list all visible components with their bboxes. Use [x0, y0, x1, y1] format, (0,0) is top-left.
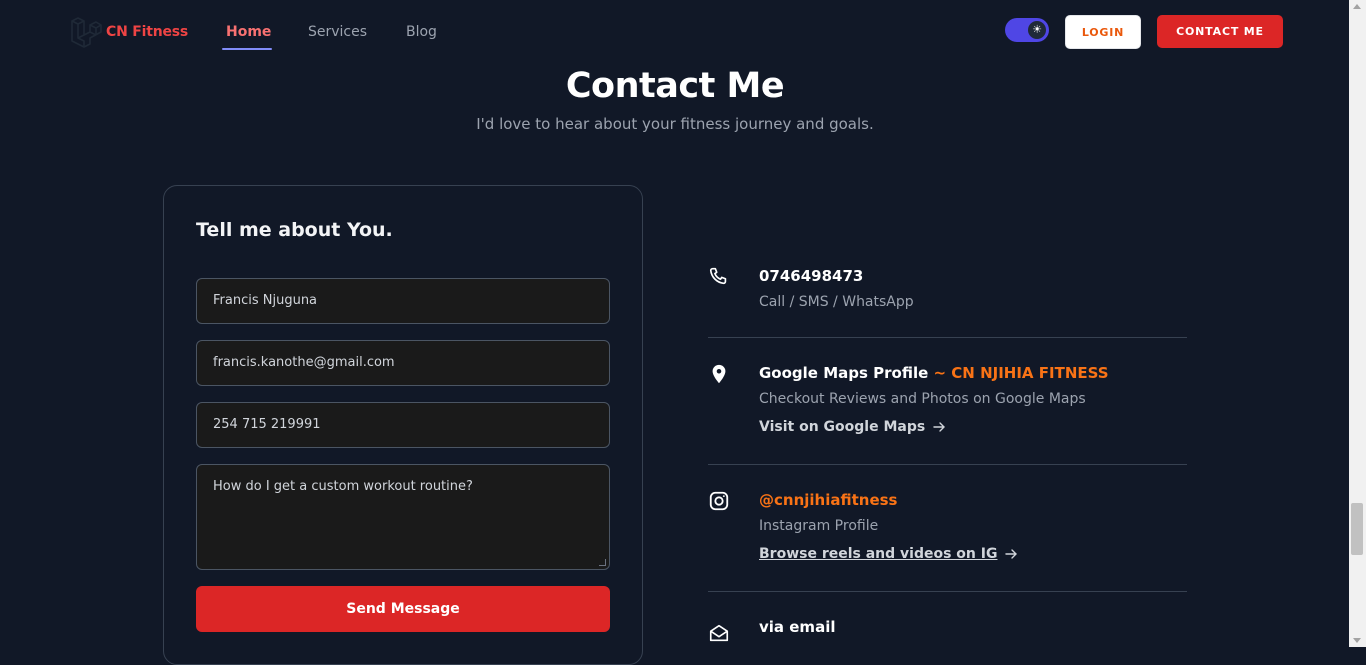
visit-google-maps-link[interactable]: Visit on Google Maps	[759, 419, 946, 435]
phone-icon	[709, 267, 727, 285]
visit-google-maps-label: Visit on Google Maps	[759, 419, 926, 435]
nav-services[interactable]: Services	[308, 24, 367, 40]
divider	[708, 337, 1187, 338]
maps-title: Google Maps Profile ~ CN NJIHIA FITNESS	[759, 364, 1109, 382]
map-pin-icon	[712, 364, 726, 384]
instagram-handle[interactable]: @cnnjihiafitness	[759, 491, 897, 509]
browse-ig-label: Browse reels and videos on IG	[759, 546, 998, 562]
phone-field[interactable]: 254 715 219991	[196, 402, 610, 448]
phone-methods: Call / SMS / WhatsApp	[759, 294, 914, 310]
message-text: How do I get a custom workout routine?	[213, 479, 473, 494]
form-title: Tell me about You.	[196, 219, 393, 241]
email-contact-title[interactable]: via email	[759, 618, 835, 636]
nav-active-indicator	[222, 48, 272, 50]
arrow-right-icon	[933, 422, 946, 432]
page-subtitle: I'd love to hear about your fitness jour…	[476, 115, 874, 133]
scroll-up-arrow-icon[interactable]	[1353, 4, 1361, 9]
theme-toggle[interactable]: ☀	[1005, 18, 1049, 42]
page-scrollbar[interactable]	[1349, 0, 1366, 647]
instagram-icon	[709, 491, 729, 511]
message-textarea[interactable]: How do I get a custom workout routine?	[196, 464, 610, 570]
mail-icon	[709, 624, 729, 642]
maps-title-text: Google Maps Profile	[759, 364, 929, 382]
nav-home[interactable]: Home	[226, 24, 271, 40]
instagram-description: Instagram Profile	[759, 518, 879, 534]
send-message-button[interactable]: Send Message	[196, 586, 610, 632]
sun-icon: ☀	[1028, 21, 1046, 39]
scroll-thumb[interactable]	[1351, 503, 1363, 555]
nav-blog[interactable]: Blog	[406, 24, 437, 40]
divider	[708, 591, 1187, 592]
brand-logo[interactable]: CN Fitness	[70, 16, 188, 48]
maps-business-name: ~ CN NJIHIA FITNESS	[933, 364, 1109, 382]
page-title: Contact Me	[565, 66, 785, 106]
divider	[708, 464, 1187, 465]
brand-name: CN Fitness	[106, 24, 189, 40]
email-field[interactable]: francis.kanothe@gmail.com	[196, 340, 610, 386]
maps-description: Checkout Reviews and Photos on Google Ma…	[759, 391, 1086, 407]
contact-me-button[interactable]: CONTACT ME	[1157, 15, 1283, 48]
scroll-down-arrow-icon[interactable]	[1353, 638, 1361, 643]
login-button[interactable]: LOGIN	[1065, 15, 1141, 49]
name-field[interactable]: Francis Njuguna	[196, 278, 610, 324]
arrow-right-icon	[1005, 549, 1018, 559]
phone-number[interactable]: 0746498473	[759, 267, 863, 285]
laravel-logo-icon	[71, 17, 102, 48]
resize-handle[interactable]	[599, 559, 606, 566]
browse-ig-link[interactable]: Browse reels and videos on IG	[759, 546, 1018, 562]
